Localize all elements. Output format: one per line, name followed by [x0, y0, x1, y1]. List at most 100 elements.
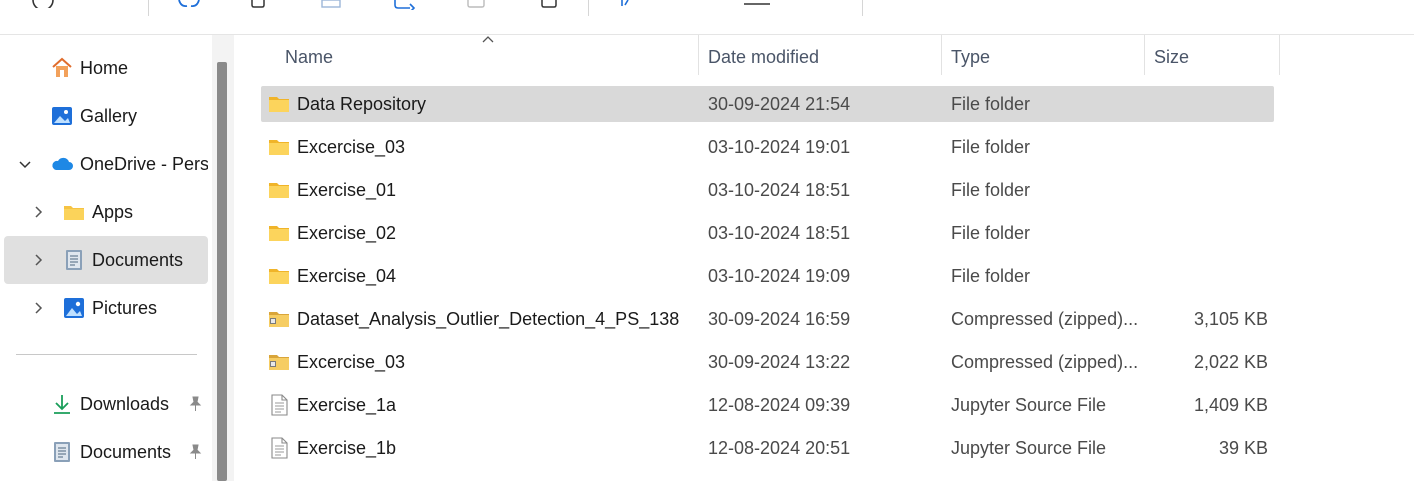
zip-folder-icon: [269, 355, 289, 370]
toolbar-separator: [862, 0, 863, 16]
folder-icon: [64, 206, 84, 220]
file-date-modified: 30-09-2024 21:54: [708, 93, 851, 114]
file-type: File folder: [951, 136, 1031, 157]
delete-icon[interactable]: [540, 0, 558, 8]
gallery-icon: [52, 107, 72, 125]
file-name: Dataset_Analysis_Outlier_Detection_4_PS_…: [297, 308, 680, 329]
sort-icon[interactable]: [618, 0, 638, 8]
share-icon[interactable]: [392, 0, 418, 10]
file-type: File folder: [951, 93, 1031, 114]
file-date-modified: 03-10-2024 19:09: [708, 265, 851, 286]
file-row[interactable]: Exercise_04 03-10-2024 19:09 File folder: [261, 258, 1274, 294]
file-size: 2,022 KB: [1193, 351, 1268, 372]
view-icon[interactable]: [744, 0, 770, 6]
column-divider[interactable]: [941, 35, 942, 75]
history-icon[interactable]: [30, 0, 56, 8]
onedrive-cloud-icon: [52, 157, 73, 170]
file-date-modified: 12-08-2024 20:51: [708, 437, 851, 458]
quick-access-label-downloads: Downloads: [80, 393, 170, 414]
column-header-size[interactable]: Size: [1154, 35, 1189, 79]
file-type: Jupyter Source File: [951, 437, 1107, 458]
file-name: Exercise_04: [297, 265, 397, 286]
column-header-date[interactable]: Date modified: [708, 35, 819, 79]
file-type: Compressed (zipped)...: [951, 351, 1139, 372]
zip-folder-icon: [269, 312, 289, 327]
pin-icon[interactable]: [187, 396, 203, 412]
file-date-modified: 12-08-2024 09:39: [708, 394, 851, 415]
paste-icon[interactable]: [320, 0, 344, 8]
documents-icon: [66, 250, 82, 270]
pictures-icon: [64, 298, 84, 318]
nav-item-home[interactable]: Home: [4, 44, 208, 92]
file-type: File folder: [951, 179, 1031, 200]
column-header-name[interactable]: Name: [285, 35, 333, 79]
file-row[interactable]: Excercise_03 30-09-2024 13:22 Compressed (…: [261, 344, 1274, 380]
file-size: 39 KB: [1218, 437, 1268, 458]
file-type: File folder: [951, 265, 1031, 286]
nav-label-pictures: Pictures: [92, 297, 158, 318]
nav-item-onedrive[interactable]: OneDrive - Perso: [4, 140, 208, 188]
toolbar-separator: [148, 0, 149, 16]
quick-access-documents[interactable]: Documents: [4, 428, 208, 476]
file-name: Excercise_03: [297, 136, 406, 157]
chevron-right-icon[interactable]: [31, 253, 45, 267]
file-row[interactable]: Exercise_01 03-10-2024 18:51 File folder: [261, 172, 1274, 208]
file-date-modified: 30-09-2024 13:22: [708, 351, 851, 372]
nav-label-apps: Apps: [92, 201, 134, 222]
quick-access-label-documents: Documents: [80, 441, 172, 462]
file-date-modified: 03-10-2024 18:51: [708, 179, 851, 200]
chevron-down-icon[interactable]: [18, 157, 32, 171]
chevron-right-icon[interactable]: [31, 205, 45, 219]
nav-scrollbar-thumb[interactable]: [217, 62, 227, 481]
column-header-type[interactable]: Type: [951, 35, 990, 79]
file-row[interactable]: Data Repository 30-09-2024 21:54 File fold…: [261, 86, 1274, 122]
file-date-modified: 30-09-2024 16:59: [708, 308, 851, 329]
file-name: Exercise_1b: [297, 437, 397, 458]
pin-icon[interactable]: [187, 444, 203, 460]
toolbar-separator: [588, 0, 589, 16]
copy-icon[interactable]: [250, 0, 266, 8]
nav-item-gallery[interactable]: Gallery: [4, 92, 208, 140]
navigation-pane: Home Gallery OneDrive - Perso Apps Docum…: [0, 35, 212, 481]
file-type: File folder: [951, 222, 1031, 243]
file-row[interactable]: Exercise_1a 12-08-2024 09:39 Jupyter Sourc…: [261, 387, 1274, 423]
quick-access-downloads[interactable]: Downloads: [4, 380, 208, 428]
file-name: Exercise_02: [297, 222, 397, 243]
file-date-modified: 03-10-2024 18:51: [708, 222, 851, 243]
nav-label-onedrive: OneDrive - Perso: [80, 153, 208, 174]
nav-item-documents[interactable]: Documents: [4, 236, 208, 284]
nav-item-apps[interactable]: Apps: [4, 188, 208, 236]
rename-icon[interactable]: [466, 0, 486, 8]
file-date-modified: 03-10-2024 19:01: [708, 136, 851, 157]
column-divider[interactable]: [1279, 35, 1280, 75]
cut-icon[interactable]: [176, 0, 202, 8]
folder-icon: [269, 140, 289, 155]
folder-icon: [269, 226, 289, 241]
file-size: 3,105 KB: [1193, 308, 1268, 329]
file-type: Jupyter Source File: [951, 394, 1107, 415]
file-name: Excercise_03: [297, 351, 406, 372]
nav-label-home: Home: [80, 57, 129, 78]
column-divider[interactable]: [1144, 35, 1145, 75]
file-name: Data Repository: [297, 93, 427, 114]
sort-ascending-icon: [482, 36, 494, 43]
folder-icon: [269, 183, 289, 198]
home-icon: [52, 57, 72, 77]
file-list: Name Date modified Type Size Data Reposi…: [234, 35, 1414, 481]
file-row[interactable]: Exercise_02 03-10-2024 18:51 File folder: [261, 215, 1274, 251]
download-icon: [54, 395, 70, 414]
file-name: Exercise_01: [297, 179, 397, 200]
nav-divider: [16, 354, 197, 355]
chevron-right-icon[interactable]: [31, 301, 45, 315]
folder-icon: [269, 97, 289, 112]
file-row[interactable]: Exercise_1b 12-08-2024 20:51 Jupyter Sourc…: [261, 430, 1274, 466]
column-divider[interactable]: [698, 35, 699, 75]
command-bar: [0, 0, 1414, 35]
documents-icon: [54, 442, 70, 462]
file-row[interactable]: Excercise_03 03-10-2024 19:01 File folder: [261, 129, 1274, 165]
file-type: Compressed (zipped)...: [951, 308, 1139, 329]
file-row[interactable]: Dataset_Analysis_Outlier_Detection_4_PS_…: [261, 301, 1274, 337]
folder-icon: [269, 269, 289, 284]
nav-item-pictures[interactable]: Pictures: [4, 284, 208, 332]
file-name: Exercise_1a: [297, 394, 397, 415]
